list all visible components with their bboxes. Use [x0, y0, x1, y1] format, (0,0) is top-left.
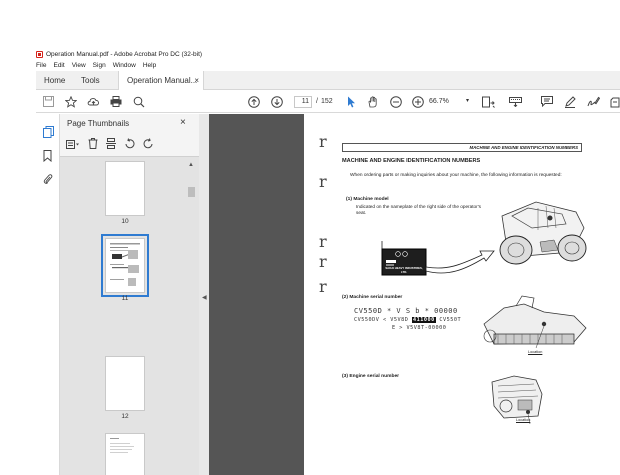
save-icon[interactable] — [43, 95, 54, 108]
acrobat-logo-icon — [36, 51, 43, 58]
thumbnail-label: 12 — [121, 413, 129, 420]
arrow-down-circle-icon[interactable] — [271, 95, 283, 108]
margin-mark: r — [319, 132, 327, 151]
page-header-box: MACHINE AND ENGINE IDENTIFICATION NUMBER… — [342, 143, 582, 152]
tab-home[interactable]: Home — [44, 71, 65, 90]
close-panel-icon[interactable]: × — [180, 117, 186, 128]
zoom-in-icon[interactable] — [412, 95, 424, 108]
window-title: Operation Manual.pdf - Adobe Acrobat Pro… — [46, 51, 203, 58]
menu-file[interactable]: File — [36, 62, 46, 69]
panel-splitter[interactable]: ◀ — [199, 114, 209, 475]
comment-icon[interactable] — [541, 95, 553, 108]
close-tab-icon[interactable]: × — [194, 71, 199, 90]
search-icon[interactable] — [133, 95, 145, 108]
section-serial-number: (2) Machine serial number — [342, 295, 403, 300]
cloud-upload-icon[interactable] — [87, 95, 100, 108]
thumbnail-label: 11 — [121, 295, 129, 302]
keyboard-icon[interactable] — [509, 95, 522, 108]
highlight-pen-icon[interactable] — [564, 95, 576, 108]
tab-bar: Home Tools Operation Manual... × — [36, 71, 620, 90]
section-machine-model: (1) Machine model — [346, 197, 389, 202]
margin-mark: r — [319, 232, 327, 251]
page-heading: MACHINE AND ENGINE IDENTIFICATION NUMBER… — [342, 158, 481, 164]
page-separator: / — [316, 98, 318, 105]
section-engine-serial: (3) Engine serial number — [342, 374, 400, 379]
page-thumbnails-panel: Page Thumbnails × 10 11 12 ▲ — [60, 114, 199, 475]
navigation-rail — [36, 114, 60, 475]
serial-format-line: CV550D * V S b * 00000 — [354, 307, 458, 315]
paver-machine-illustration — [483, 295, 587, 349]
thumbnail-page-12[interactable] — [105, 356, 145, 411]
share-icon[interactable] — [610, 95, 620, 108]
thumbnail-label: 10 — [121, 218, 129, 225]
serial-line-2: CV550DV < V5V8D 411000 CV550T — [354, 317, 461, 323]
menu-bar: File Edit View Sign Window Help — [36, 60, 163, 70]
document-viewer[interactable]: r r r r r MACHINE AND ENGINE IDENTIFICAT… — [209, 114, 620, 475]
tab-tools[interactable]: Tools — [81, 71, 100, 90]
thumbnail-page-11[interactable] — [101, 234, 149, 297]
menu-window[interactable]: Window — [113, 62, 136, 69]
nameplate-text: SAKAI HEAVY INDUSTRIES, LTD. — [385, 266, 423, 274]
thumbnail-page-13[interactable] — [105, 433, 145, 475]
intro-paragraph: When ordering parts or making inquiries … — [350, 173, 562, 178]
menu-help[interactable]: Help — [143, 62, 156, 69]
zoom-out-icon[interactable] — [390, 95, 402, 108]
toolbar: 11 / 152 66.7% ▾ — [36, 90, 620, 113]
trash-icon[interactable] — [88, 136, 98, 154]
title-bar: Operation Manual.pdf - Adobe Acrobat Pro… — [36, 49, 202, 60]
acrobat-window: Operation Manual.pdf - Adobe Acrobat Pro… — [0, 0, 620, 475]
rotate-right-icon[interactable] — [143, 136, 154, 154]
fit-page-icon[interactable] — [482, 95, 496, 108]
serial-highlight: 411000 — [411, 317, 436, 323]
collapse-panel-icon[interactable]: ◀ — [202, 294, 207, 301]
thumbnail-preview — [110, 243, 140, 286]
margin-mark: r — [319, 172, 327, 191]
scrollbar-thumb[interactable] — [188, 187, 195, 197]
cursor-icon[interactable] — [347, 95, 356, 108]
nameplate-illustration — [381, 241, 495, 276]
star-icon[interactable] — [65, 95, 77, 108]
options-menu-icon[interactable] — [66, 136, 80, 154]
zoom-level-select[interactable]: 66.7% ▾ — [429, 95, 469, 108]
scroll-up-icon[interactable]: ▲ — [188, 162, 194, 168]
arrow-up-circle-icon[interactable] — [248, 95, 260, 108]
thumbnail-page-10[interactable] — [105, 161, 145, 216]
sign-icon[interactable] — [587, 95, 600, 108]
hand-icon[interactable] — [367, 95, 379, 108]
margin-mark: r — [319, 277, 327, 296]
current-page-input[interactable]: 11 — [294, 95, 312, 108]
tab-document[interactable]: Operation Manual... × — [118, 71, 204, 90]
thumbnail-preview — [110, 438, 134, 453]
pdf-page: r r r r r MACHINE AND ENGINE IDENTIFICAT… — [304, 114, 620, 475]
tab-document-label: Operation Manual... — [127, 76, 198, 85]
bookmark-icon[interactable] — [43, 149, 54, 163]
page-navigator: 11 / 152 — [294, 95, 333, 108]
thumbnail-list[interactable]: 10 11 12 ▲ — [60, 156, 199, 475]
panel-toolbar — [66, 136, 162, 154]
menu-view[interactable]: View — [72, 62, 86, 69]
serial-prefix: CV550DV < V5V8D — [354, 317, 409, 323]
engine-location-label: Location — [516, 418, 531, 422]
print-icon[interactable] — [110, 95, 122, 108]
serial-line-3: E > V5V8T-00000 — [392, 325, 447, 331]
margin-mark: r — [319, 252, 327, 271]
thumbnail-scrollbar[interactable]: ▲ — [187, 159, 196, 475]
menu-edit[interactable]: Edit — [53, 62, 64, 69]
paperclip-icon[interactable] — [43, 172, 54, 184]
rotate-left-icon[interactable] — [124, 136, 135, 154]
page-thumbnails-icon[interactable] — [43, 125, 54, 138]
location-label: Location — [528, 350, 543, 354]
total-pages: 152 — [320, 98, 333, 105]
serial-suffix: CV550T — [439, 317, 462, 323]
insert-page-icon[interactable] — [106, 136, 116, 154]
zoom-level-value: 66.7% — [429, 98, 449, 105]
chevron-down-icon: ▾ — [465, 98, 469, 104]
panel-title: Page Thumbnails — [67, 119, 130, 128]
menu-sign[interactable]: Sign — [93, 62, 106, 69]
